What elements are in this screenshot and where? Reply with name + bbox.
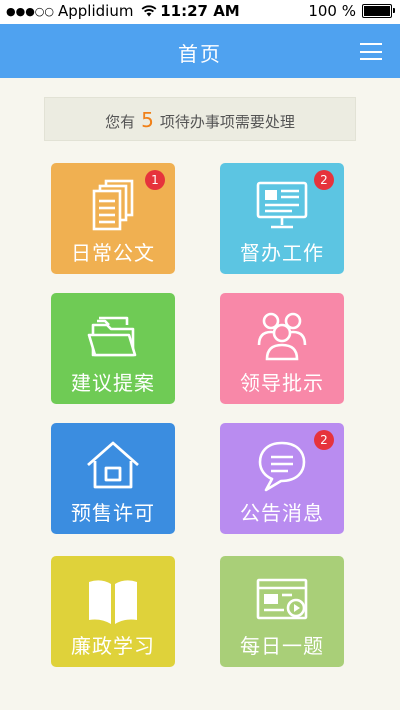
todo-count: 5: [141, 108, 154, 132]
tile-leader-instructions[interactable]: 领导批示: [220, 293, 344, 404]
tile-label: 日常公文: [71, 241, 155, 265]
status-bar: ●●●○○ Applidium 11:27 AM 100 %: [0, 0, 400, 24]
tile-label: 预售许可: [71, 501, 155, 525]
tile-label: 领导批示: [240, 371, 324, 395]
notification-badge: 1: [145, 170, 165, 190]
notification-badge: 2: [314, 170, 334, 190]
open-book-icon: [51, 568, 175, 628]
notice-suffix: 项待办事项需要处理: [159, 113, 295, 131]
page-title: 首页: [178, 42, 222, 66]
tile-integrity-study[interactable]: 廉政学习: [51, 556, 175, 667]
tile-presale-permit[interactable]: 预售许可: [51, 423, 175, 534]
nav-bar: 首页: [0, 24, 400, 78]
battery-icon: [362, 4, 395, 18]
tile-announcements[interactable]: 2 公告消息: [220, 423, 344, 534]
folder-icon: [51, 305, 175, 365]
status-right: 100 %: [308, 2, 395, 20]
tile-label: 督办工作: [240, 241, 324, 265]
tile-label: 建议提案: [71, 371, 155, 395]
todo-notice[interactable]: 您有 5 项待办事项需要处理: [44, 97, 356, 141]
house-icon: [51, 435, 175, 495]
battery-percent: 100 %: [308, 2, 356, 20]
tile-suggestions-proposals[interactable]: 建议提案: [51, 293, 175, 404]
tile-daily-documents[interactable]: 1 日常公文: [51, 163, 175, 274]
tile-label: 每日一题: [240, 634, 324, 658]
tile-label: 廉政学习: [71, 634, 155, 658]
notice-prefix: 您有: [105, 113, 136, 131]
tile-supervision-work[interactable]: 2 督办工作: [220, 163, 344, 274]
tile-label: 公告消息: [240, 501, 324, 525]
video-screen-icon: [220, 568, 344, 628]
tile-daily-question[interactable]: 每日一题: [220, 556, 344, 667]
notification-badge: 2: [314, 430, 334, 450]
hamburger-menu-icon[interactable]: [360, 43, 382, 60]
people-icon: [220, 305, 344, 365]
